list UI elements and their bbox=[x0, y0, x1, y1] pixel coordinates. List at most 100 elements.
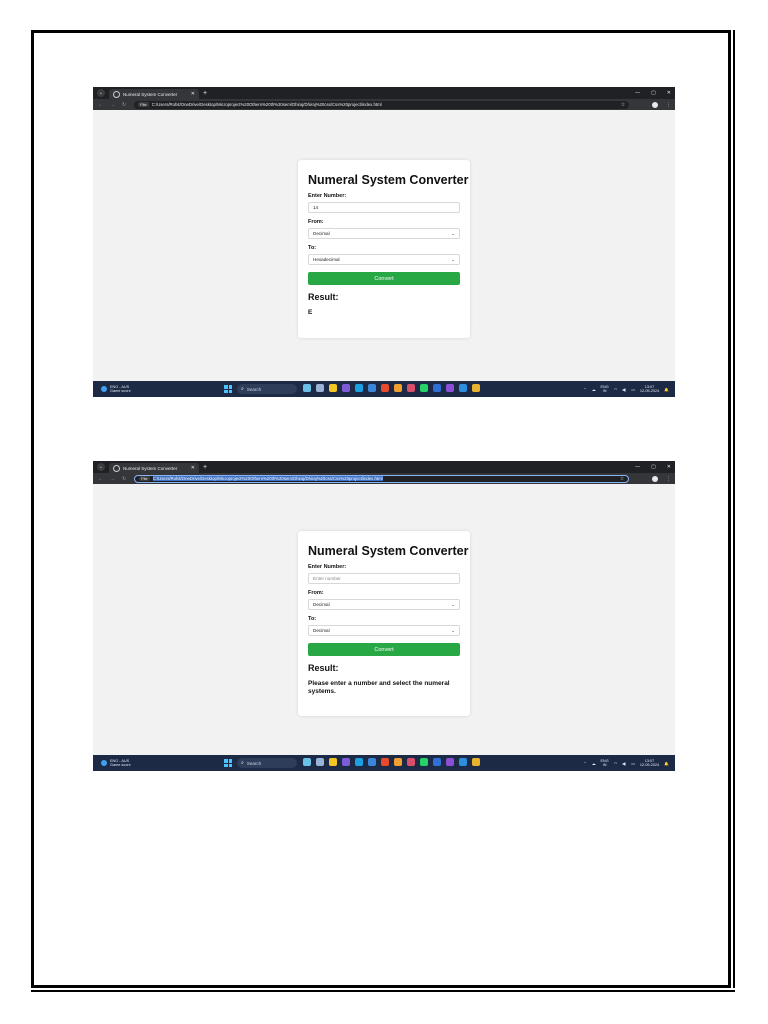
from-select[interactable]: Decimal ⌄ bbox=[308, 599, 460, 610]
back-icon[interactable]: ← bbox=[98, 476, 103, 482]
store-icon[interactable] bbox=[368, 384, 376, 392]
notification-bell-icon[interactable]: 🔔 bbox=[664, 761, 669, 766]
number-input[interactable]: Enter number bbox=[308, 573, 460, 584]
convert-button[interactable]: Convert bbox=[308, 272, 460, 285]
app-icon[interactable] bbox=[342, 758, 350, 766]
new-tab-icon[interactable]: + bbox=[203, 90, 207, 97]
close-window-icon[interactable]: ✕ bbox=[667, 90, 671, 96]
minimize-icon[interactable]: — bbox=[635, 90, 640, 96]
lang-line2: IN bbox=[602, 389, 607, 393]
back-icon[interactable]: ← bbox=[98, 102, 103, 108]
omnibox[interactable]: File C:/Users/Rohit/OneDrive/Desktop/Mic… bbox=[134, 474, 630, 483]
minimize-icon[interactable]: — bbox=[635, 464, 640, 470]
browser-tab[interactable]: Numeral System Converter ✕ bbox=[109, 463, 199, 473]
convert-button[interactable]: Convert bbox=[308, 643, 460, 656]
number-input[interactable]: 14 bbox=[308, 202, 460, 213]
reload-icon[interactable]: ↻ bbox=[122, 476, 126, 482]
wifi-icon[interactable]: ◠ bbox=[614, 387, 617, 392]
app-icon[interactable] bbox=[342, 384, 350, 392]
profile-icon[interactable] bbox=[652, 475, 658, 482]
tab-search-icon[interactable]: ⌄ bbox=[97, 89, 105, 97]
vscode-icon[interactable] bbox=[459, 758, 467, 766]
notification-bell-icon[interactable]: 🔔 bbox=[664, 387, 669, 392]
globe-icon bbox=[113, 464, 120, 472]
url-text-selected[interactable]: C:/Users/Rohit/OneDrive/Desktop/Micropro… bbox=[152, 476, 383, 481]
tab-search-icon[interactable]: ⌄ bbox=[97, 463, 105, 471]
volume-icon[interactable]: ◀) bbox=[622, 761, 626, 766]
edge-icon[interactable] bbox=[355, 384, 363, 392]
store-icon[interactable] bbox=[368, 758, 376, 766]
url-text[interactable]: C:/Users/Rohit/OneDrive/Desktop/Micropro… bbox=[152, 102, 382, 107]
bookmark-star-icon[interactable]: ☆ bbox=[621, 102, 625, 108]
whatsapp-icon[interactable] bbox=[420, 384, 428, 392]
new-tab-icon[interactable]: + bbox=[203, 464, 207, 471]
battery-icon[interactable]: ▭ bbox=[631, 761, 635, 766]
app-icon[interactable] bbox=[407, 384, 415, 392]
from-select[interactable]: Decimal ⌄ bbox=[308, 228, 460, 239]
system-tray: ⌃ ☁ ENG IN ◠ ◀) ▭ 13:07 12-09-2024 🔔 bbox=[584, 383, 670, 395]
edge-icon[interactable] bbox=[355, 758, 363, 766]
chrome-icon[interactable] bbox=[472, 758, 480, 766]
windows-start-icon[interactable] bbox=[224, 759, 232, 767]
task-view-icon[interactable] bbox=[316, 758, 324, 766]
taskbar-search[interactable]: ⌕ Search bbox=[237, 758, 297, 768]
whatsapp-icon[interactable] bbox=[420, 758, 428, 766]
browser-tab[interactable]: Numeral System Converter ✕ bbox=[109, 89, 199, 99]
app-icon[interactable] bbox=[433, 384, 441, 392]
maximize-icon[interactable]: ▢ bbox=[651, 464, 656, 470]
app-icon[interactable] bbox=[381, 384, 389, 392]
converter-card: Numeral System Converter Enter Number: E… bbox=[298, 531, 470, 716]
cloud-icon[interactable]: ☁ bbox=[592, 761, 596, 766]
chrome-icon[interactable] bbox=[394, 384, 402, 392]
widgets-icon[interactable] bbox=[303, 384, 311, 392]
profile-icon[interactable] bbox=[652, 101, 658, 108]
file-explorer-icon[interactable] bbox=[329, 384, 337, 392]
search-icon: ⌕ bbox=[241, 760, 244, 766]
menu-kebab-icon[interactable]: ⋮ bbox=[666, 102, 671, 108]
forward-icon[interactable]: → bbox=[110, 476, 115, 482]
windows-taskbar: ENG - AUS Game score ⌕ Search ⌃ ☁ ENG IN… bbox=[93, 381, 675, 397]
close-window-icon[interactable]: ✕ bbox=[667, 464, 671, 470]
windows-start-icon[interactable] bbox=[224, 385, 232, 393]
screenshot-empty-input: ⌄ Numeral System Converter ✕ + — ▢ ✕ ← →… bbox=[93, 461, 675, 771]
from-select-value: Decimal bbox=[313, 231, 330, 236]
close-tab-icon[interactable]: ✕ bbox=[191, 465, 195, 471]
file-chip: File bbox=[139, 476, 150, 481]
bookmark-star-icon[interactable]: ☆ bbox=[620, 476, 624, 482]
volume-icon[interactable]: ◀) bbox=[622, 387, 626, 392]
reload-icon[interactable]: ↻ bbox=[122, 102, 126, 108]
result-text: E bbox=[308, 309, 313, 316]
result-heading: Result: bbox=[308, 663, 339, 673]
taskbar-search[interactable]: ⌕ Search bbox=[237, 384, 297, 394]
file-explorer-icon[interactable] bbox=[329, 758, 337, 766]
chevron-up-icon[interactable]: ⌃ bbox=[584, 387, 587, 392]
file-chip: File bbox=[138, 102, 149, 107]
chevron-down-icon: ⌄ bbox=[451, 256, 455, 262]
weather-widget[interactable]: ENG - AUS Game score bbox=[101, 759, 131, 767]
widgets-icon[interactable] bbox=[303, 758, 311, 766]
chevron-up-icon[interactable]: ⌃ bbox=[584, 761, 587, 766]
tab-title: Numeral System Converter bbox=[123, 465, 178, 471]
task-view-icon[interactable] bbox=[316, 384, 324, 392]
app-icon[interactable] bbox=[433, 758, 441, 766]
forward-icon[interactable]: → bbox=[110, 102, 115, 108]
battery-icon[interactable]: ▭ bbox=[631, 387, 635, 392]
cloud-icon[interactable]: ☁ bbox=[592, 387, 596, 392]
omnibox[interactable]: File C:/Users/Rohit/OneDrive/Desktop/Mic… bbox=[134, 100, 630, 109]
menu-kebab-icon[interactable]: ⋮ bbox=[666, 476, 671, 482]
chrome-icon[interactable] bbox=[394, 758, 402, 766]
chevron-down-icon: ⌄ bbox=[451, 627, 455, 633]
result-heading: Result: bbox=[308, 292, 339, 302]
app-icon[interactable] bbox=[381, 758, 389, 766]
to-select[interactable]: Decimal ⌄ bbox=[308, 625, 460, 636]
maximize-icon[interactable]: ▢ bbox=[651, 90, 656, 96]
to-select[interactable]: Hexadecimal ⌄ bbox=[308, 254, 460, 265]
weather-widget[interactable]: ENG - AUS Game score bbox=[101, 385, 131, 393]
close-tab-icon[interactable]: ✕ bbox=[191, 91, 195, 97]
wifi-icon[interactable]: ◠ bbox=[614, 761, 617, 766]
chrome-icon[interactable] bbox=[472, 384, 480, 392]
app-icon[interactable] bbox=[407, 758, 415, 766]
app-icon[interactable] bbox=[446, 384, 454, 392]
app-icon[interactable] bbox=[446, 758, 454, 766]
vscode-icon[interactable] bbox=[459, 384, 467, 392]
